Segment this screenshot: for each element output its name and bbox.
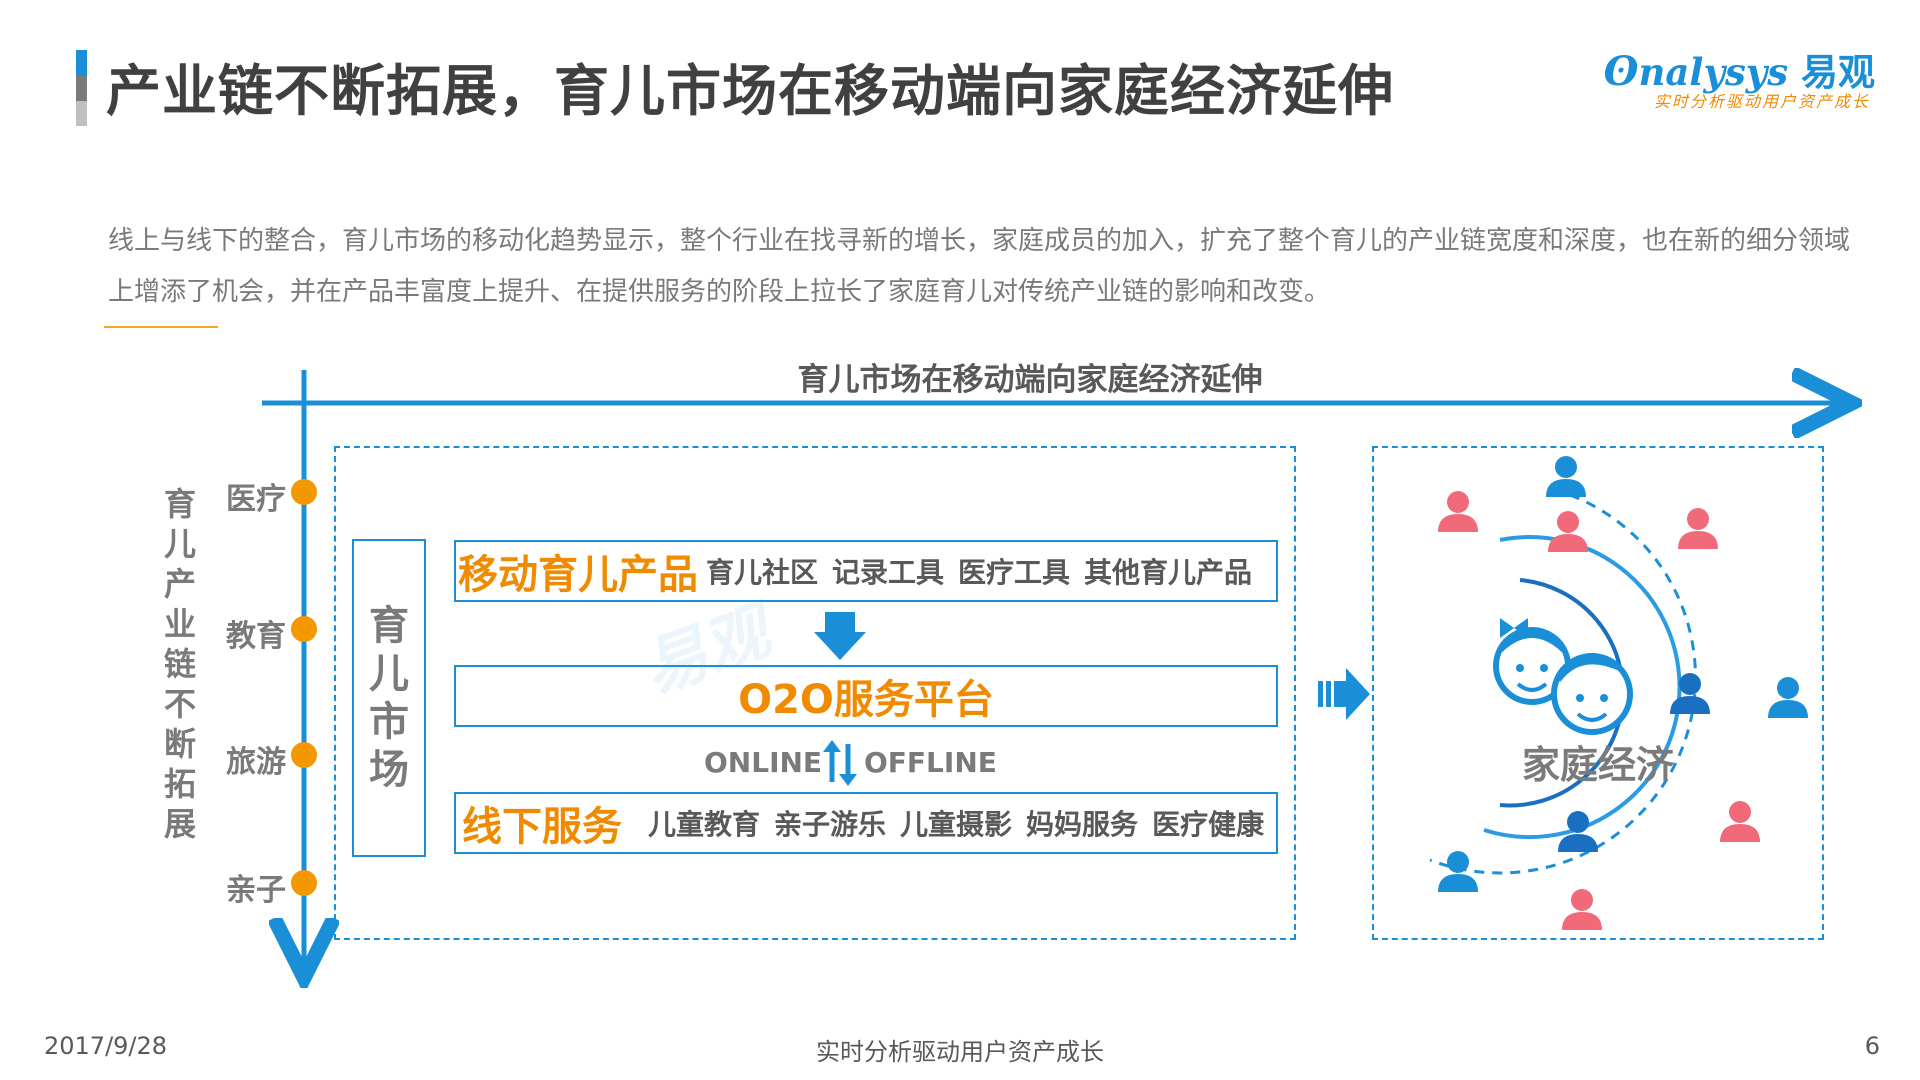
industry-dot-education [291,616,317,642]
market-label: 育儿市场 [369,603,409,793]
tag-health-care: 医疗健康 [1152,808,1265,841]
industry-label-education: 教育 [226,619,286,654]
tag-mother-services: 妈妈服务 [1026,808,1139,841]
v-axis-title: 育儿产业链不断拓展 [163,485,196,843]
mobile-products-title: 移动育儿产品 [458,552,698,598]
offline-label: OFFLINE [864,746,997,779]
industry-label-medical: 医疗 [226,482,286,517]
online-label: ONLINE [704,746,823,779]
industry-label-parenting: 亲子 [226,873,286,908]
mobile-products-row: 移动育儿产品 育儿社区 记录工具 医疗工具 其他育儿产品 [454,540,1278,602]
family-economy-label: 家庭经济 [1521,743,1674,787]
right-arrow-icon [1318,668,1370,720]
tag-child-photography: 儿童摄影 [900,808,1013,841]
tag-community: 育儿社区 [706,556,819,589]
tag-medical-tool: 医疗工具 [958,556,1071,589]
page-number: 6 [1864,1032,1880,1060]
market-label-box: 育儿市场 [352,539,426,857]
o2o-title: O2O服务平台 [738,677,994,723]
tag-child-education: 儿童教育 [648,808,761,841]
industry-dot-medical [291,479,317,505]
family-economy-container [1372,446,1824,940]
offline-services-title: 线下服务 [462,804,622,850]
offline-services-row: 线下服务 儿童教育 亲子游乐 儿童摄影 妈妈服务 医疗健康 [454,792,1278,854]
tag-record-tool: 记录工具 [832,556,945,589]
footer-slogan: 实时分析驱动用户资产成长 [816,1038,1104,1066]
tag-family-entertainment: 亲子游乐 [774,808,887,841]
tag-other-products: 其他育儿产品 [1084,556,1253,589]
industry-label-travel: 旅游 [226,745,286,780]
industry-dot-travel [291,742,317,768]
industry-dot-parenting [291,870,317,896]
o2o-platform-row: O2O服务平台 [454,665,1278,727]
h-axis-title: 育儿市场在移动端向家庭经济延伸 [797,362,1263,398]
